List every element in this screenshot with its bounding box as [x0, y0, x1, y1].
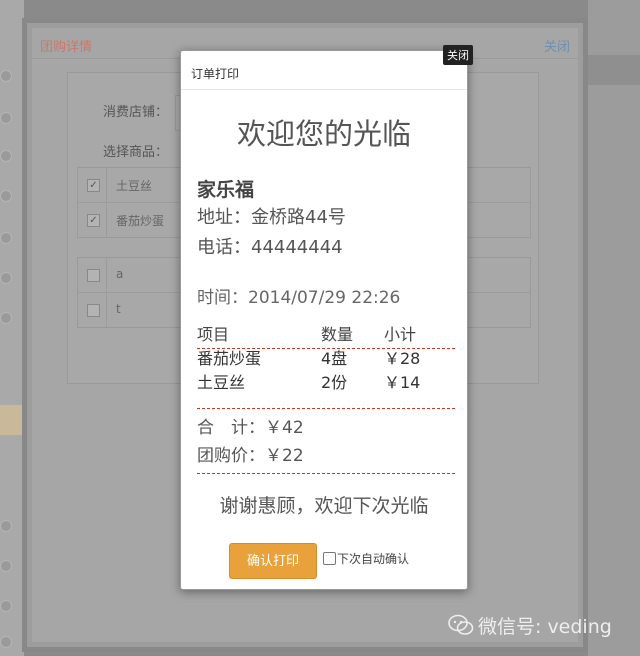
item-qty: 2份	[321, 373, 348, 392]
background-header	[588, 55, 640, 85]
background-icon	[0, 560, 12, 572]
row-checkbox[interactable]	[87, 304, 100, 317]
group-price: 团购价：￥22	[197, 446, 304, 466]
dialog-close-link[interactable]: 关闭	[544, 36, 570, 55]
background-icon	[0, 150, 12, 162]
dashed-divider	[197, 473, 455, 474]
modal-title: 订单打印	[191, 67, 240, 81]
background-icon	[0, 636, 12, 648]
item-name: 土豆丝	[197, 373, 246, 392]
header-qty: 数量	[321, 325, 354, 344]
thanks-message: 谢谢惠顾，欢迎下次光临	[219, 495, 429, 517]
header-item: 项目	[197, 325, 230, 344]
table-header: 项目 数量 小计	[197, 321, 452, 345]
background-icon	[0, 112, 12, 124]
row-checkbox[interactable]: ✓	[87, 179, 100, 192]
background-icon	[0, 520, 12, 532]
dashed-divider	[197, 348, 455, 349]
goods-name: a	[116, 267, 124, 281]
order-items-table: 项目 数量 小计 番茄炒蛋 4盘 ￥28 土豆丝 2份 ￥14	[197, 321, 452, 393]
divider	[106, 168, 107, 202]
background-icon	[0, 600, 12, 612]
dashed-divider	[197, 408, 455, 409]
dialog-title: 团购详情	[40, 39, 93, 54]
goods-name: 番茄炒蛋	[116, 214, 165, 228]
background-icon	[0, 190, 12, 202]
background-icon	[0, 232, 12, 244]
shop-address: 地址：金桥路44号	[197, 207, 346, 228]
background-right-strip	[588, 0, 640, 656]
goods-name: t	[116, 302, 121, 316]
divider	[106, 258, 107, 292]
goods-name: 土豆丝	[116, 179, 153, 193]
order-time: 时间：2014/07/29 22:26	[197, 288, 401, 308]
order-total: 合 计：￥42	[197, 418, 304, 438]
wechat-icon	[448, 614, 474, 635]
print-order-modal: 订单打印 关闭 欢迎您的光临 家乐福 地址：金桥路44号 电话：44444444…	[180, 45, 473, 590]
divider	[106, 293, 107, 327]
welcome-heading: 欢迎您的光临	[236, 117, 411, 151]
store-label: 消费店铺：	[103, 104, 169, 119]
auto-confirm-label: 下次自动确认	[337, 552, 410, 566]
auto-confirm-checkbox[interactable]	[323, 552, 336, 565]
background-icon	[0, 70, 12, 82]
background-left-strip	[0, 0, 24, 656]
watermark-text: 微信号: veding	[478, 616, 612, 638]
shop-phone: 电话：44444444	[197, 237, 343, 258]
background-icon	[0, 272, 12, 284]
header-subtotal: 小计	[384, 325, 417, 344]
table-row: 土豆丝 2份 ￥14	[197, 369, 452, 393]
shop-name: 家乐福	[197, 179, 255, 201]
confirm-print-button[interactable]: 确认打印	[229, 543, 317, 579]
background-highlight	[0, 405, 24, 435]
row-checkbox[interactable]	[87, 269, 100, 282]
item-subtotal: ￥14	[384, 373, 421, 392]
goods-label: 选择商品：	[103, 144, 169, 159]
modal-close-button[interactable]: 关闭	[443, 45, 473, 65]
divider	[106, 203, 107, 237]
modal-header: 订单打印 关闭	[181, 45, 473, 90]
row-checkbox[interactable]: ✓	[87, 214, 100, 227]
background-icon	[0, 312, 12, 324]
